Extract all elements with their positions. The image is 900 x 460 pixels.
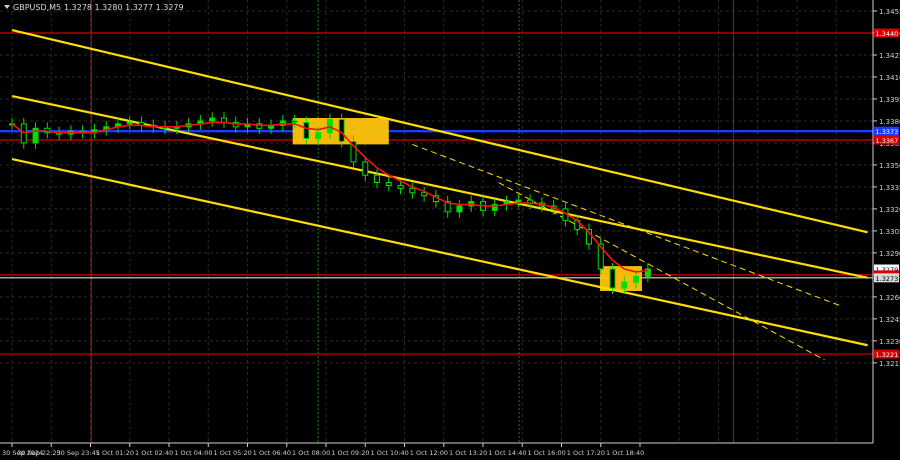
- price-label-text: 1.3440: [876, 30, 899, 38]
- candle-body: [126, 121, 133, 125]
- price-chart[interactable]: 1.3455 1.3440 1.3425 1.3410 1.3395 1.3380 1.33…: [0, 0, 900, 460]
- time-tick-label: 1 Oct 04:00: [174, 449, 212, 457]
- price-tick-label: 1.3380: [879, 118, 900, 126]
- symbol-timeframe: GBPUSD,M5: [13, 3, 61, 12]
- price-tick-label: 1.3350: [879, 162, 900, 170]
- price-tick-label: 1.3215: [879, 360, 900, 368]
- price-tick-label: 1.3425: [879, 52, 900, 60]
- candle-body: [633, 275, 640, 283]
- candle-body: [421, 192, 428, 197]
- plot-area: [0, 0, 900, 460]
- time-tick-label: 1 Oct 12:00: [410, 449, 448, 457]
- time-tick-label: 1 Oct 14:40: [488, 449, 526, 457]
- time-tick-label: 1 Oct 09:20: [331, 449, 369, 457]
- ohlc-values: 1.3278 1.3280 1.3277 1.3279: [64, 3, 184, 12]
- time-tick-label: 30 Sep 22:25: [17, 449, 60, 457]
- time-tick-label: 1 Oct 08:00: [292, 449, 330, 457]
- time-tick-label: 1 Oct 06:40: [253, 449, 291, 457]
- candle-body: [609, 268, 616, 289]
- price-tick-label: 1.3455: [879, 8, 900, 16]
- time-tick-label: 1 Oct 18:40: [606, 449, 644, 457]
- time-tick-label: 1 Oct 02:40: [135, 449, 173, 457]
- time-tick-label: 1 Oct 10:40: [371, 449, 409, 457]
- price-tick-label: 1.3260: [879, 294, 900, 302]
- price-label-text: 1.3373: [876, 128, 899, 136]
- candle-body: [409, 187, 416, 194]
- candle-body: [456, 205, 463, 213]
- price-tick-label: 1.3230: [879, 338, 900, 346]
- candle-body: [515, 199, 522, 203]
- candle-body: [303, 121, 310, 140]
- price-label-text: 1.3367: [876, 137, 899, 145]
- candle-body: [362, 161, 369, 176]
- time-tick-label: 1 Oct 17:20: [567, 449, 605, 457]
- time-tick-label: 1 Oct 01:20: [96, 449, 134, 457]
- candle-body: [374, 174, 381, 184]
- time-tick-label: 1 Oct 05:20: [214, 449, 252, 457]
- chart-window: 1.3455 1.3440 1.3425 1.3410 1.3395 1.3380 1.33…: [0, 0, 900, 460]
- price-tick-label: 1.3320: [879, 206, 900, 214]
- price-label-text: 1.3273: [876, 275, 899, 283]
- candle-body: [385, 182, 392, 186]
- price-tick-label: 1.3245: [879, 316, 900, 324]
- time-tick-label: 30 Sep 23:45: [57, 449, 100, 457]
- time-tick-label: 1 Oct 13:20: [449, 449, 487, 457]
- price-tick-label: 1.3305: [879, 228, 900, 236]
- price-tick-label: 1.3410: [879, 74, 900, 82]
- candle-body: [338, 118, 345, 142]
- candle-body: [291, 120, 298, 123]
- price-tick-label: 1.3290: [879, 250, 900, 258]
- chart-header: GBPUSD,M5 1.3278 1.3280 1.3277 1.3279: [4, 3, 184, 12]
- time-tick-label: 1 Oct 16:00: [528, 449, 566, 457]
- candle-body: [209, 117, 216, 122]
- price-tick-label: 1.3395: [879, 96, 900, 104]
- candle-body: [315, 132, 322, 140]
- price-tick-label: 1.3335: [879, 184, 900, 192]
- candle-body: [397, 184, 404, 189]
- price-axis: 1.3455 1.3440 1.3425 1.3410 1.3395 1.3380 1.33…: [872, 0, 900, 460]
- price-label-text: 1.3221: [876, 351, 899, 359]
- candle-body: [621, 281, 628, 289]
